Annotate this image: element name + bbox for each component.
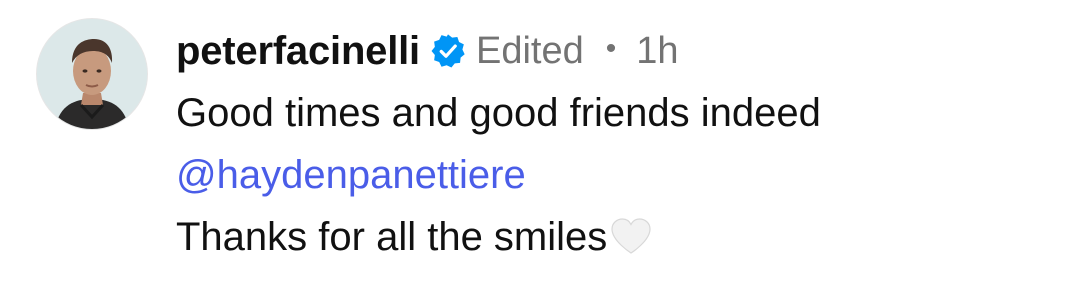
- comment-header: peterfacinelli Edited • 1h: [176, 20, 1054, 82]
- comment-line-2: @haydenpanettiere: [176, 144, 1054, 206]
- mention-link[interactable]: @haydenpanettiere: [176, 153, 526, 197]
- comment: peterfacinelli Edited • 1h Good times an…: [36, 18, 1054, 268]
- verified-badge-icon: [430, 33, 466, 69]
- comment-line-3: Thanks for all the smiles: [176, 206, 1054, 268]
- avatar-image: [37, 19, 147, 129]
- avatar[interactable]: [36, 18, 148, 130]
- white-heart-icon: [609, 212, 653, 254]
- username-link[interactable]: peterfacinelli: [176, 29, 420, 74]
- timestamp[interactable]: 1h: [636, 30, 678, 73]
- edited-label: Edited: [475, 29, 584, 72]
- separator-dot: •: [605, 32, 617, 65]
- comment-body: peterfacinelli Edited • 1h Good times an…: [176, 18, 1054, 268]
- comment-line-3-text: Thanks for all the smiles: [176, 215, 608, 259]
- comment-line-1: Good times and good friends indeed: [176, 91, 821, 135]
